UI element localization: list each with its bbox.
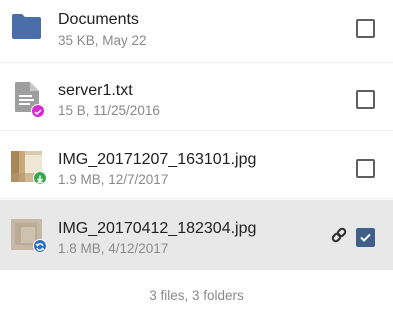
list-item-img-20171207[interactable]: IMG_20171207_163101.jpg 1.9 MB, 12/7/201… — [0, 131, 393, 199]
downloaded-badge — [33, 171, 47, 185]
file-meta: 1.8 MB, 4/12/2017 — [58, 241, 169, 256]
select-checkbox[interactable] — [356, 19, 375, 38]
list-item-server1-txt[interactable]: server1.txt 15 B, 11/25/2016 — [0, 63, 393, 131]
shared-badge — [31, 104, 45, 118]
select-checkbox-checked[interactable] — [356, 228, 375, 247]
image-thumbnail — [11, 219, 47, 253]
file-meta: 15 B, 11/25/2016 — [58, 103, 160, 118]
select-checkbox[interactable] — [356, 90, 375, 109]
file-list: Documents 35 KB, May 22 server1.txt 15 B… — [0, 0, 393, 320]
file-name: IMG_20171207_163101.jpg — [58, 151, 257, 168]
file-name: IMG_20170412_182304.jpg — [58, 220, 257, 237]
file-name: Documents — [58, 11, 139, 28]
select-checkbox[interactable] — [356, 159, 375, 178]
image-thumbnail — [11, 151, 47, 185]
folder-summary: 3 files, 3 folders — [149, 288, 244, 303]
link-icon[interactable] — [330, 226, 348, 244]
file-meta: 1.9 MB, 12/7/2017 — [58, 172, 169, 187]
folder-icon — [11, 13, 42, 44]
list-item-documents[interactable]: Documents 35 KB, May 22 — [0, 0, 393, 63]
text-file-icon — [14, 81, 45, 118]
sync-badge — [33, 239, 47, 253]
file-meta: 35 KB, May 22 — [58, 33, 147, 48]
file-name: server1.txt — [58, 82, 133, 99]
